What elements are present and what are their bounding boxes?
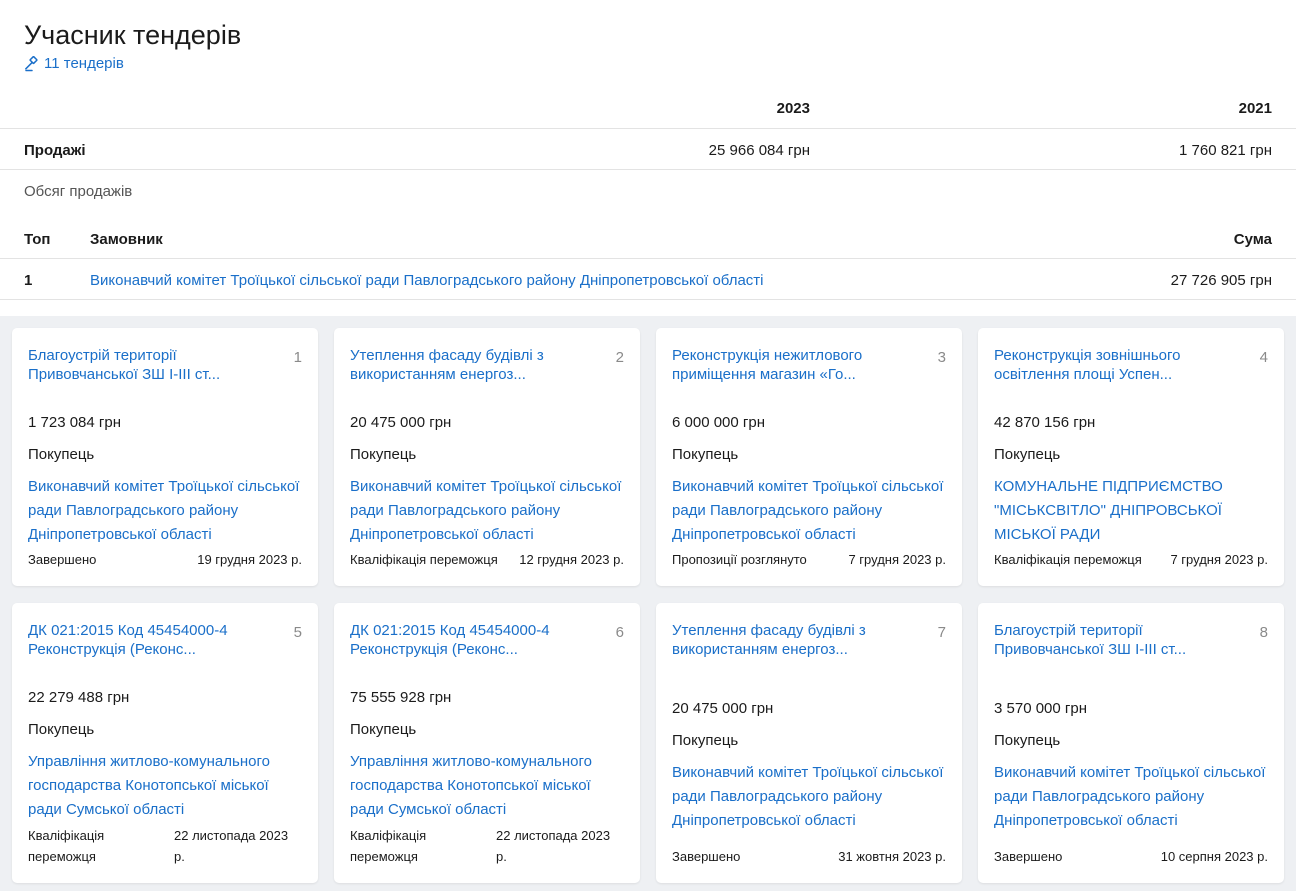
sales-label: Продажі <box>24 142 86 159</box>
page-header: Учасник тендерів 11 тендерів <box>24 18 241 72</box>
buyer-label: Покупець <box>28 446 95 463</box>
tender-number: 2 <box>615 349 624 366</box>
tender-date: 22 листопада 2023 р. <box>174 828 289 864</box>
tender-card[interactable]: ДК 021:2015 Код 45454000-4 Реконструкція… <box>334 603 640 883</box>
buyer-link[interactable]: Виконавчий комітет Троїцької сільської р… <box>994 761 1268 833</box>
tender-amount: 20 475 000 грн <box>350 414 452 431</box>
buyer-link[interactable]: Управління житлово-комунального господар… <box>28 750 302 822</box>
tender-title-link[interactable]: Благоустрій території Привовчанської ЗШ … <box>994 621 1234 659</box>
tender-status: Завершено <box>28 552 97 567</box>
buyer-link[interactable]: Управління житлово-комунального господар… <box>350 750 624 822</box>
tender-date: 31 жовтня 2023 р. <box>838 849 946 864</box>
year-column-1: 2023 <box>776 100 810 117</box>
buyer-label: Покупець <box>672 732 739 749</box>
tender-status: Кваліфікація переможця <box>28 828 105 864</box>
tender-status: Завершено <box>672 849 741 864</box>
buyer-link[interactable]: КОМУНАЛЬНЕ ПІДПРИЄМСТВО "МІСЬКСВІТЛО" ДН… <box>994 475 1268 547</box>
tender-card[interactable]: Благоустрій території Привовчанської ЗШ … <box>12 328 318 586</box>
top-rank: 1 <box>24 272 33 289</box>
table-row: 1 Виконавчий комітет Троїцької сільської… <box>0 259 1296 300</box>
sales-value-2: 1 760 821 грн <box>1179 142 1272 159</box>
tender-card[interactable]: Утеплення фасаду будівлі з використанням… <box>656 603 962 883</box>
buyer-label: Покупець <box>350 721 417 738</box>
tender-card[interactable]: ДК 021:2015 Код 45454000-4 Реконструкція… <box>12 603 318 883</box>
tender-title-link[interactable]: Реконструкція нежитлового приміщення маг… <box>672 346 912 384</box>
tender-card[interactable]: Утеплення фасаду будівлі з використанням… <box>334 328 640 586</box>
gavel-icon <box>25 55 38 71</box>
tender-title-link[interactable]: Утеплення фасаду будівлі з використанням… <box>350 346 590 384</box>
tender-status: Кваліфікація переможця <box>994 552 1142 567</box>
buyer-link[interactable]: Виконавчий комітет Троїцької сільської р… <box>672 761 946 833</box>
tender-status: Пропозиції розглянуто <box>672 552 807 567</box>
buyer-label: Покупець <box>672 446 739 463</box>
tender-number: 6 <box>615 624 624 641</box>
tender-number: 8 <box>1259 624 1268 641</box>
tender-card[interactable]: Благоустрій території Привовчанської ЗШ … <box>978 603 1284 883</box>
tender-date: 22 листопада 2023 р. <box>496 828 611 864</box>
tenders-count-link[interactable]: 11 тендерів <box>24 55 241 72</box>
tender-number: 7 <box>937 624 946 641</box>
volume-label: Обсяг продажів <box>24 183 133 200</box>
year-column-2: 2021 <box>1238 100 1272 117</box>
top-header: Топ <box>24 231 51 248</box>
tender-amount: 3 570 000 грн <box>994 700 1087 717</box>
sales-row: Продажі 25 966 084 грн 1 760 821 грн <box>0 129 1296 170</box>
sum-header: Сума <box>1233 231 1272 248</box>
buyer-label: Покупець <box>994 446 1061 463</box>
tender-status: Завершено <box>994 849 1063 864</box>
customer-link[interactable]: Виконавчий комітет Троїцької сільської р… <box>90 272 764 289</box>
buyer-link[interactable]: Виконавчий комітет Троїцької сільської р… <box>28 475 302 547</box>
tender-amount: 20 475 000 грн <box>672 700 774 717</box>
tender-status: Кваліфікація переможця <box>350 828 427 864</box>
tender-date: 7 грудня 2023 р. <box>1170 552 1268 567</box>
sales-years-header: 2023 2021 <box>0 90 1296 129</box>
tender-number: 4 <box>1259 349 1268 366</box>
tender-date: 19 грудня 2023 р. <box>197 552 302 567</box>
tender-card[interactable]: Реконструкція нежитлового приміщення маг… <box>656 328 962 586</box>
tender-status: Кваліфікація переможця <box>350 552 498 567</box>
buyer-label: Покупець <box>350 446 417 463</box>
tender-date: 10 серпня 2023 р. <box>1160 849 1268 864</box>
buyer-link[interactable]: Виконавчий комітет Троїцької сільської р… <box>350 475 624 547</box>
sum-value: 27 726 905 грн <box>1170 272 1272 289</box>
customer-header: Замовник <box>90 231 163 248</box>
tender-amount: 42 870 156 грн <box>994 414 1096 431</box>
tender-title-link[interactable]: Благоустрій території Привовчанської ЗШ … <box>28 346 268 384</box>
tender-card[interactable]: Реконструкція зовнішнього освітлення пло… <box>978 328 1284 586</box>
tender-number: 3 <box>937 349 946 366</box>
sales-value-1: 25 966 084 грн <box>708 142 810 159</box>
tender-number: 1 <box>293 349 302 366</box>
tender-number: 5 <box>293 624 302 641</box>
tender-amount: 22 279 488 грн <box>28 689 130 706</box>
tender-amount: 75 555 928 грн <box>350 689 452 706</box>
top-customers-header: Топ Замовник Сума <box>0 220 1296 259</box>
tender-date: 7 грудня 2023 р. <box>848 552 946 567</box>
tender-cards-grid: Благоустрій території Привовчанської ЗШ … <box>0 316 1296 891</box>
tender-title-link[interactable]: ДК 021:2015 Код 45454000-4 Реконструкція… <box>28 621 268 659</box>
tender-amount: 6 000 000 грн <box>672 414 765 431</box>
tender-title-link[interactable]: ДК 021:2015 Код 45454000-4 Реконструкція… <box>350 621 590 659</box>
buyer-label: Покупець <box>28 721 95 738</box>
tenders-count-label[interactable]: 11 тендерів <box>44 55 124 72</box>
tender-title-link[interactable]: Утеплення фасаду будівлі з використанням… <box>672 621 912 659</box>
tender-title-link[interactable]: Реконструкція зовнішнього освітлення пло… <box>994 346 1234 384</box>
buyer-link[interactable]: Виконавчий комітет Троїцької сільської р… <box>672 475 946 547</box>
tender-amount: 1 723 084 грн <box>28 414 121 431</box>
tender-date: 12 грудня 2023 р. <box>519 552 624 567</box>
buyer-label: Покупець <box>994 732 1061 749</box>
page-title: Учасник тендерів <box>24 20 242 50</box>
